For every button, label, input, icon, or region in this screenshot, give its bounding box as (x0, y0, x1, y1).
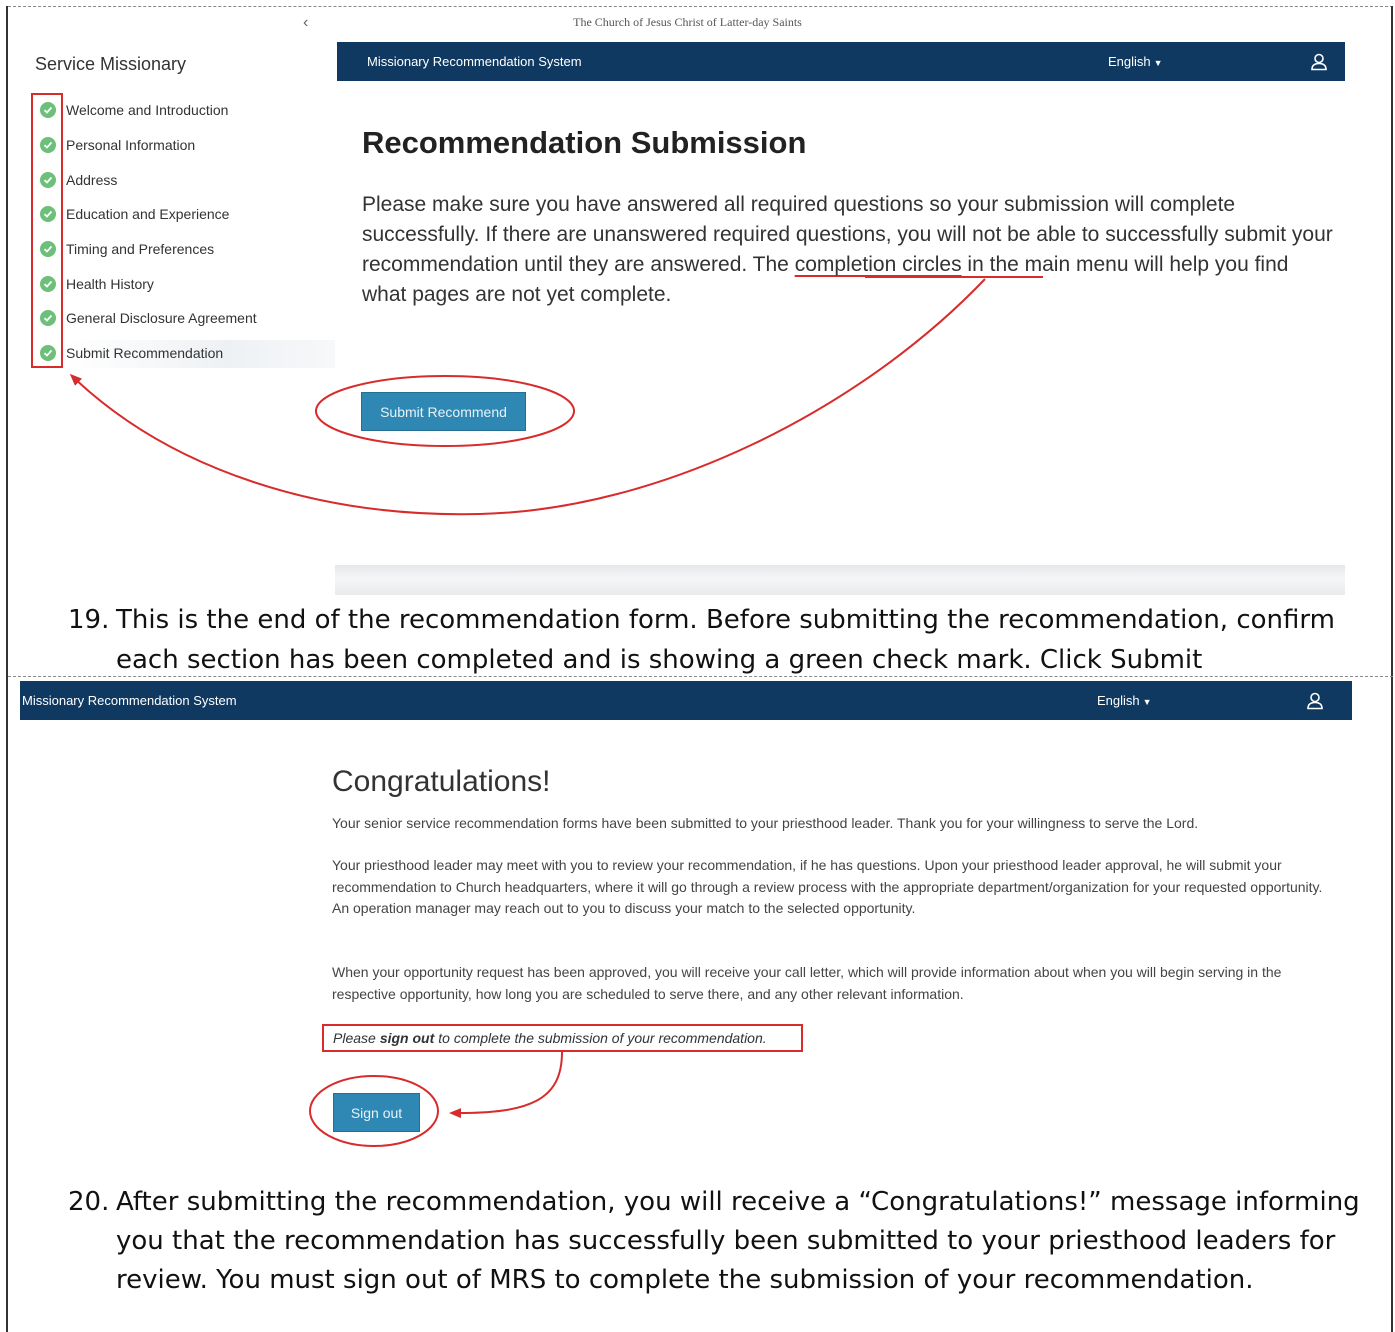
language-label: English (1097, 693, 1140, 708)
congratulations-title: Congratulations! (332, 765, 551, 798)
caret-down-icon: ▼ (1142, 697, 1152, 707)
caption-line: review. You must sign out of MRS to comp… (116, 1265, 1254, 1295)
caption-line: After submitting the recommendation, you… (116, 1187, 1360, 1217)
sidebar-item-label: Timing and Preferences (66, 241, 215, 257)
note-text: to complete the submission of your recom… (438, 1030, 767, 1046)
sidebar-item-label: General Disclosure Agreement (66, 310, 257, 326)
language-select[interactable]: English ▼ (1097, 693, 1152, 708)
sign-out-note: Please sign out to complete the submission… (322, 1024, 803, 1052)
right-border (1391, 6, 1393, 1332)
sign-out-button[interactable]: Sign out (333, 1093, 420, 1132)
sidebar-item-timing[interactable]: Timing and Preferences (40, 237, 214, 261)
app-header: Missionary Recommendation System English… (20, 681, 1352, 720)
sidebar-item-welcome[interactable]: Welcome and Introduction (40, 98, 228, 122)
note-text: Please (333, 1030, 376, 1046)
sidebar-item-label: Address (66, 172, 118, 188)
submit-recommend-button[interactable]: Submit Recommend (361, 392, 526, 431)
app-header: Missionary Recommendation System English… (337, 42, 1345, 81)
collapse-sidebar-icon[interactable]: ‹ (303, 14, 308, 32)
left-border (6, 6, 8, 1332)
step-number: 19. (68, 605, 110, 635)
page-footer-edge (335, 565, 1345, 595)
sidebar-item-label: Submit Recommendation (66, 345, 224, 361)
note-bold: sign out (379, 1030, 435, 1046)
congratulations-paragraph: Your priesthood leader may meet with you… (332, 857, 1323, 916)
sidebar-item-personal-information[interactable]: Personal Information (40, 133, 195, 157)
congratulations-paragraph: When your opportunity request has been a… (332, 964, 1282, 1002)
user-icon[interactable] (1305, 691, 1325, 711)
completion-circles-text: completion circles (794, 253, 962, 276)
congratulations-paragraph: Your senior service recommendation forms… (332, 815, 1199, 831)
arrow-to-sign-out (449, 1051, 563, 1119)
caret-down-icon: ▼ (1153, 58, 1163, 68)
page-title: Recommendation Submission (362, 125, 807, 160)
sidebar-item-label: Welcome and Introduction (66, 102, 229, 118)
instructions-text: Please make sure you have answered all r… (362, 190, 1337, 310)
sidebar-title: Service Missionary (35, 54, 187, 74)
language-label: English (1108, 54, 1151, 69)
sidebar-item-disclosure[interactable]: General Disclosure Agreement (40, 306, 257, 330)
sidebar-item-label: Personal Information (66, 137, 196, 153)
language-select[interactable]: English ▼ (1108, 54, 1163, 69)
step-20-caption: 20. After submitting the recommendation, … (68, 1183, 1368, 1300)
sidebar-item-submit[interactable]: Submit Recommendation (40, 341, 223, 365)
sidebar-item-education[interactable]: Education and Experience (40, 202, 229, 226)
sidebar-item-label: Education and Experience (66, 206, 230, 222)
app-title[interactable]: Missionary Recommendation System (367, 54, 582, 69)
step-number: 20. (68, 1187, 110, 1217)
user-icon[interactable] (1309, 52, 1329, 72)
church-title: The Church of Jesus Christ of Latter-day… (573, 15, 802, 29)
completion-circles-annotation (31, 93, 63, 368)
top-border (8, 6, 1393, 7)
caption-line: This is the end of the recommendation fo… (116, 605, 1335, 635)
sidebar-item-label: Health History (66, 276, 154, 292)
app-title[interactable]: Missionary Recommendation System (22, 693, 237, 708)
caption-line: you that the recommendation has successf… (116, 1226, 1336, 1256)
